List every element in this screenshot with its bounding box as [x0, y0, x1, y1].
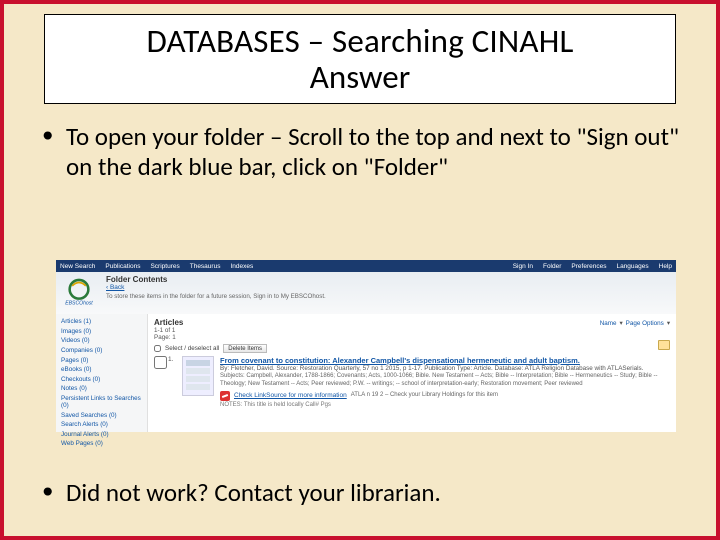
articles-heading: Articles: [154, 318, 183, 327]
title-line-2: Answer: [53, 57, 667, 97]
article-checkbox[interactable]: [154, 356, 167, 369]
nav-help[interactable]: Help: [659, 263, 672, 270]
article-title-link[interactable]: From covenant to constitution: Alexander…: [220, 356, 670, 365]
title-line-1: DATABASES – Searching CINAHL: [53, 21, 667, 61]
sidebar-item-persistent-links[interactable]: Persistent Links to Searches (0): [61, 394, 147, 411]
sort-name-link[interactable]: Name: [600, 320, 617, 327]
article-row: 1. From covenant to constitution: Alexan…: [154, 356, 670, 410]
back-link[interactable]: ‹ Back: [106, 284, 124, 291]
sidebar-item-images[interactable]: Images (0): [61, 327, 147, 337]
nav-thesaurus[interactable]: Thesaurus: [190, 263, 221, 270]
article-notes: NOTES: This title is held locally Call# …: [220, 402, 670, 410]
save-note: To store these items in the folder for a…: [106, 293, 670, 300]
article-number: 1.: [168, 356, 176, 410]
slide-title-box: DATABASES – Searching CINAHL Answer: [44, 14, 676, 104]
nav-scriptures[interactable]: Scriptures: [150, 263, 179, 270]
sidebar-item-companies[interactable]: Companies (0): [61, 346, 147, 356]
select-all-label: Select / deselect all: [165, 345, 219, 352]
sidebar-item-articles[interactable]: Articles (1): [61, 317, 147, 327]
folder-contents-heading: Folder Contents: [106, 275, 670, 284]
nav-indexes[interactable]: Indexes: [230, 263, 253, 270]
svg-text:EBSCOhost: EBSCOhost: [65, 301, 93, 307]
sidebar-item-ebooks[interactable]: eBooks (0): [61, 365, 147, 375]
article-thumbnail: [182, 356, 214, 396]
nav-sign-in[interactable]: Sign In: [513, 263, 533, 270]
sidebar-item-web-pages[interactable]: Web Pages (0): [61, 439, 147, 449]
ebsco-header: EBSCOhost Folder Contents ‹ Back To stor…: [56, 272, 676, 314]
nav-languages[interactable]: Languages: [616, 263, 648, 270]
sidebar-item-search-alerts[interactable]: Search Alerts (0): [61, 420, 147, 430]
article-byline: By: Fletcher, David. Source: Restoration…: [220, 365, 670, 373]
sidebar-item-saved-searches[interactable]: Saved Searches (0): [61, 410, 147, 420]
result-range: 1-1 of 1: [154, 327, 175, 334]
folder-icon[interactable]: [658, 340, 670, 350]
ebscohost-logo: EBSCOhost: [62, 274, 98, 312]
folder-sidebar: Articles (1) Images (0) Videos (0) Compa…: [56, 314, 148, 432]
linksource-link[interactable]: Check LinkSource for more information: [234, 392, 347, 400]
nav-publications[interactable]: Publications: [105, 263, 140, 270]
ebsco-topbar: New Search Publications Scriptures Thesa…: [56, 260, 676, 272]
select-all-checkbox[interactable]: [154, 345, 161, 352]
nav-preferences[interactable]: Preferences: [571, 263, 606, 270]
folder-main: Articles 1-1 of 1Page: 1 Name ▾ Page Opt…: [148, 314, 676, 432]
page-indicator: Page: 1: [154, 334, 176, 341]
holdings-text: ATLA n 19 2 – Check your Library Holding…: [351, 392, 498, 400]
delete-items-button[interactable]: Delete Items: [223, 344, 267, 353]
sidebar-item-videos[interactable]: Videos (0): [61, 336, 147, 346]
bullet-item: To open your folder – Scroll to the top …: [32, 122, 688, 181]
ebsco-screenshot: New Search Publications Scriptures Thesa…: [56, 260, 676, 432]
nav-new-search[interactable]: New Search: [60, 263, 95, 270]
sidebar-item-journal-alerts[interactable]: Journal Alerts (0): [61, 430, 147, 440]
sidebar-item-pages[interactable]: Pages (0): [61, 355, 147, 365]
sidebar-item-notes[interactable]: Notes (0): [61, 384, 147, 394]
bullet-list: To open your folder – Scroll to the top …: [32, 122, 688, 181]
nav-folder[interactable]: Folder: [543, 263, 561, 270]
article-subjects: Subjects: Campbell, Alexander, 1788-1866…: [220, 373, 670, 388]
bullet-item-last: Did not work? Contact your librarian.: [32, 477, 688, 508]
page-options-link[interactable]: Page Options: [626, 320, 664, 327]
sidebar-item-checkouts[interactable]: Checkouts (0): [61, 375, 147, 385]
linksource-icon: [220, 391, 230, 401]
